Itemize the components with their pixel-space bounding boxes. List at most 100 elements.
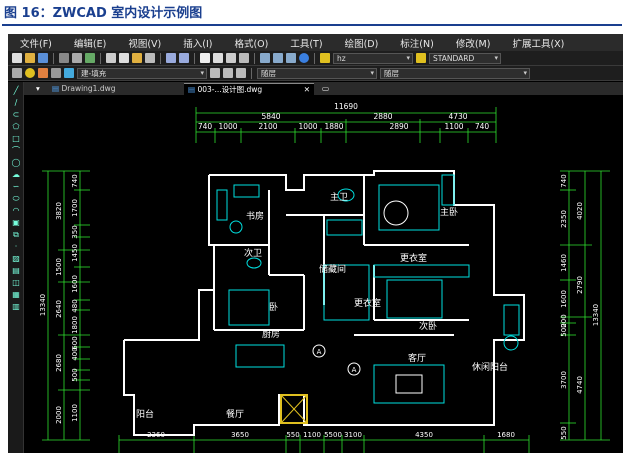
ellipse-icon[interactable]: ⬭ <box>11 194 21 203</box>
toolbar-separator <box>314 52 315 64</box>
make-current-layer-icon[interactable] <box>210 68 220 78</box>
construction-line-icon[interactable]: ⊂ <box>11 110 21 119</box>
region-icon[interactable]: ◫ <box>11 278 21 287</box>
linetype-dropdown[interactable]: 随层 <box>380 67 530 79</box>
dim-style-dropdown[interactable]: STANDARD <box>429 52 501 64</box>
dim-bottom-5: 5500 <box>324 431 342 439</box>
standard-toolbar: hz STANDARD <box>8 51 623 66</box>
dim-right-b1: 740 <box>560 174 568 187</box>
properties-icon[interactable] <box>260 53 270 63</box>
hatch-icon[interactable]: ▨ <box>11 254 21 263</box>
round-rug-shape <box>383 200 409 226</box>
dim-right-b6: 500 <box>560 323 568 336</box>
publish-icon[interactable] <box>85 53 95 63</box>
dim-left-a4: 2680 <box>55 354 63 372</box>
layer-states-icon[interactable] <box>236 68 246 78</box>
menu-tools[interactable]: 工具(T) <box>278 36 332 50</box>
design-center-icon[interactable] <box>273 53 283 63</box>
match-properties-icon[interactable] <box>145 53 155 63</box>
help-icon[interactable] <box>299 53 309 63</box>
room-living-room: 客厅 <box>408 352 426 364</box>
ellipse-arc-icon[interactable]: ◠ <box>11 206 21 215</box>
tab-drawing1[interactable]: ▤ Drawing1.dwg <box>48 83 158 95</box>
menu-dimension[interactable]: 标注(N) <box>388 36 444 50</box>
menu-draw[interactable]: 绘图(D) <box>333 36 389 50</box>
text-style-dropdown[interactable]: hz <box>333 52 413 64</box>
menu-extend-tools[interactable]: 扩展工具(X) <box>500 36 574 50</box>
layer-lock-icon[interactable] <box>51 68 61 78</box>
cut-icon[interactable] <box>106 53 116 63</box>
text-style-icon[interactable] <box>320 53 330 63</box>
zwcad-window: 文件(F) 编辑(E) 视图(V) 插入(I) 格式(O) 工具(T) 绘图(D… <box>8 34 623 453</box>
preview-icon[interactable] <box>72 53 82 63</box>
pan-icon[interactable] <box>200 53 210 63</box>
dim-left-a2: 1500 <box>55 258 63 276</box>
layer-color-icon[interactable] <box>64 68 74 78</box>
zoom-window-icon[interactable] <box>226 53 236 63</box>
dim-top-2: 2880 <box>373 112 392 121</box>
redo-icon[interactable] <box>179 53 189 63</box>
floor-plan-drawing: 11690 5840 2880 4730 740 1000 2100 1000 … <box>39 102 610 453</box>
open-folder-icon[interactable] <box>25 53 35 63</box>
new-file-icon[interactable] <box>12 53 22 63</box>
dim-sub-4: 1000 <box>298 122 317 131</box>
tool-palette-icon[interactable] <box>286 53 296 63</box>
arc-icon[interactable]: ⌒ <box>11 146 21 155</box>
new-tab-icon[interactable]: ▭ <box>318 83 332 95</box>
save-icon[interactable] <box>38 53 48 63</box>
dim-style-icon[interactable] <box>416 53 426 63</box>
gradient-icon[interactable]: ▤ <box>11 266 21 275</box>
menu-edit[interactable]: 编辑(E) <box>62 36 116 50</box>
section-marker-labels: A A <box>317 348 357 374</box>
circle-icon[interactable]: ◯ <box>11 158 21 167</box>
spline-icon[interactable]: ∽ <box>11 182 21 191</box>
menu-file[interactable]: 文件(F) <box>8 36 62 50</box>
layer-freeze-sun-icon[interactable] <box>38 68 48 78</box>
print-icon[interactable] <box>59 53 69 63</box>
layer-on-bulb-icon[interactable] <box>25 68 35 78</box>
polyline-icon[interactable]: ∕ <box>11 98 21 107</box>
dim-right-a2: 2790 <box>576 276 584 294</box>
dim-top-3: 4730 <box>448 112 467 121</box>
menu-insert[interactable]: 插入(I) <box>171 36 222 50</box>
point-icon[interactable]: · <box>11 242 21 251</box>
layer-dropdown[interactable]: 建-填充 <box>77 67 207 79</box>
tab-design-drawing[interactable]: ▤ 003-...设计图.dwg ✕ <box>184 83 314 95</box>
dining-table-shape <box>235 344 285 368</box>
polygon-icon[interactable]: ⬠ <box>11 122 21 131</box>
table-icon[interactable]: ▦ <box>11 290 21 299</box>
dim-right-b2: 2350 <box>560 210 568 228</box>
revision-cloud-icon[interactable]: ☁ <box>11 170 21 179</box>
dim-bottom-3: 550 <box>286 431 299 439</box>
dim-bottom-7: 4350 <box>415 431 433 439</box>
dim-right-a1: 4020 <box>576 202 584 220</box>
zoom-realtime-icon[interactable] <box>213 53 223 63</box>
undo-icon[interactable] <box>166 53 176 63</box>
copy-icon[interactable] <box>119 53 129 63</box>
dim-sub-5: 1880 <box>324 122 343 131</box>
dim-bottom-6: 3100 <box>344 431 362 439</box>
tab-menu-icon[interactable]: ▾ <box>32 83 46 95</box>
dim-left-b4: 1450 <box>71 244 79 262</box>
master-bed-shape <box>378 184 440 231</box>
zoom-previous-icon[interactable] <box>239 53 249 63</box>
paste-icon[interactable] <box>132 53 142 63</box>
dim-top-1: 5840 <box>261 112 280 121</box>
drawing-canvas[interactable]: 11690 5840 2880 4730 740 1000 2100 1000 … <box>24 95 623 453</box>
menu-view[interactable]: 视图(V) <box>116 36 171 50</box>
dim-left-a3: 2640 <box>55 300 63 318</box>
menu-modify[interactable]: 修改(M) <box>444 36 501 50</box>
mtext-icon[interactable]: ▥ <box>11 302 21 311</box>
line-icon[interactable]: ╱ <box>11 86 21 95</box>
layer-previous-icon[interactable] <box>223 68 233 78</box>
layer-manager-icon[interactable] <box>12 68 22 78</box>
insert-block-icon[interactable]: ▣ <box>11 218 21 227</box>
make-block-icon[interactable]: ⧉ <box>11 230 21 239</box>
coffee-table-shape <box>395 374 423 394</box>
menu-format[interactable]: 格式(O) <box>222 36 278 50</box>
top-dimension-text: 11690 5840 2880 4730 740 1000 2100 1000 … <box>198 102 490 131</box>
bottom-dimension-text: 2360 3650 550 1100 5500 3100 4350 1680 <box>147 431 515 439</box>
rectangle-icon[interactable]: □ <box>11 134 21 143</box>
color-dropdown[interactable]: 随层 <box>257 67 377 79</box>
plant-shape <box>503 335 519 351</box>
